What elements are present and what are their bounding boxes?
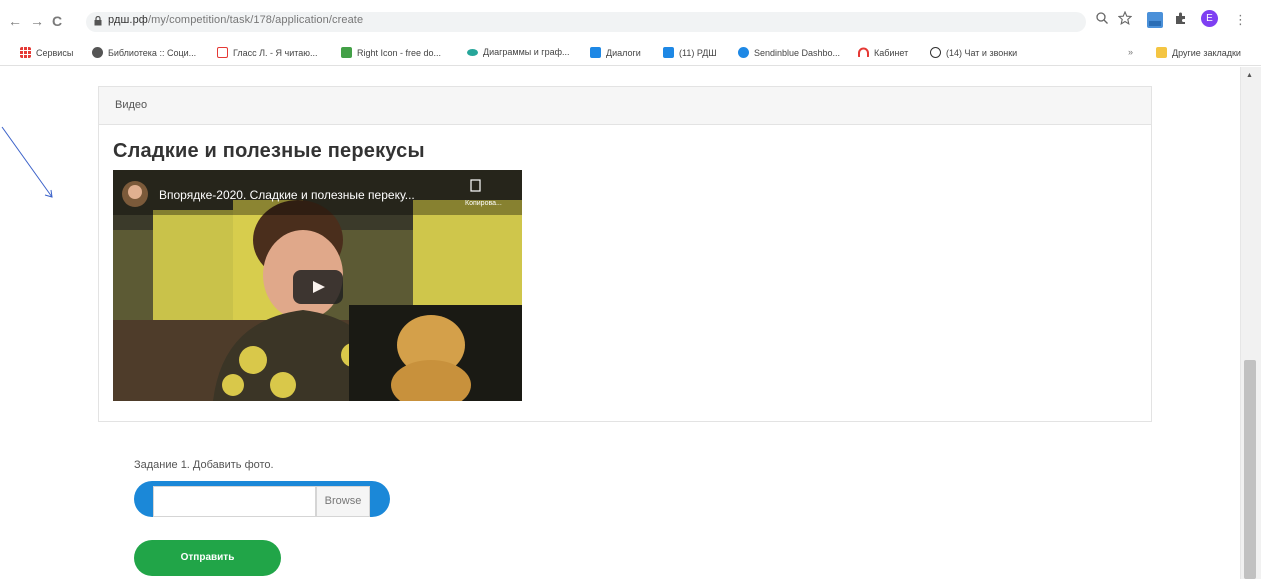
bookmark-library[interactable]: Библиотека :: Соци... xyxy=(92,47,196,58)
rdsh-icon xyxy=(663,47,674,58)
back-button[interactable]: ← xyxy=(8,14,22,28)
globe-icon xyxy=(92,47,103,58)
bookmark-label: Sendinblue Dashbo... xyxy=(754,47,841,58)
bookmark-label: Библиотека :: Соци... xyxy=(108,47,197,58)
apps-grid-icon xyxy=(20,47,31,58)
submit-button[interactable]: Отправить xyxy=(134,540,281,576)
bookmark-label: (11) РДШ xyxy=(679,47,717,58)
bookmark-label: Сервисы xyxy=(36,47,74,58)
bookmark-glass[interactable]: Гласс Л. - Я читаю... xyxy=(217,47,318,58)
reload-button[interactable]: C xyxy=(52,14,62,28)
bookmarks-bar: Сервисы Библиотека :: Соци... Гласс Л. -… xyxy=(0,40,1261,66)
scrollbar-thumb[interactable] xyxy=(1244,360,1256,579)
pdf-icon xyxy=(217,47,228,58)
bookmark-dialogs[interactable]: Диалоги xyxy=(590,47,641,58)
url-text[interactable]: рдш.рф/my/competition/task/178/applicati… xyxy=(108,14,363,26)
bookmark-label: Кабинет xyxy=(874,47,909,58)
right-icon-logo xyxy=(341,47,352,58)
forward-button[interactable]: → xyxy=(30,14,44,28)
bookmark-chat[interactable]: (14) Чат и звонки xyxy=(930,47,1017,58)
folder-icon xyxy=(1156,47,1167,58)
chat-icon xyxy=(930,47,941,58)
annotation-arrow xyxy=(1,126,53,198)
profile-avatar[interactable]: E xyxy=(1201,10,1218,27)
panel-header-label: Видео xyxy=(115,99,148,111)
zoom-icon[interactable] xyxy=(1095,11,1109,25)
browser-toolbar: ← → C рдш.рф/my/competition/task/178/app… xyxy=(0,0,1261,40)
extension-new-icon[interactable] xyxy=(1146,11,1164,29)
bookmark-sendinblue[interactable]: Sendinblue Dashbo... xyxy=(738,47,840,58)
arch-icon xyxy=(858,47,869,57)
video-heading: Сладкие и полезные перекусы xyxy=(113,140,425,162)
url-host: рдш.рф xyxy=(108,14,148,26)
url-path: /my/competition/task/178/application/cre… xyxy=(147,14,364,26)
copy-link-label[interactable]: Копирова... xyxy=(465,200,502,207)
bookmark-rdsh[interactable]: (11) РДШ xyxy=(663,47,717,58)
bookmark-right-icon[interactable]: Right Icon - free do... xyxy=(341,47,441,58)
bookmark-diagrams[interactable]: Диаграммы и граф... xyxy=(467,47,570,57)
other-bookmarks-label: Другие закладки xyxy=(1172,47,1241,58)
bookmark-cabinet[interactable]: Кабинет xyxy=(858,47,908,58)
other-bookmarks[interactable]: Другие закладки xyxy=(1156,47,1241,58)
menu-kebab-icon[interactable]: ⋮ xyxy=(1234,13,1247,27)
file-path-input[interactable] xyxy=(153,486,316,517)
panel-header: Видео xyxy=(99,87,1151,125)
vk-icon xyxy=(590,47,601,58)
star-icon[interactable] xyxy=(1118,11,1132,25)
sendinblue-icon xyxy=(738,47,749,58)
eye-icon xyxy=(467,48,478,56)
bookmarks-overflow-button[interactable]: » xyxy=(1128,47,1133,57)
video-player[interactable]: Впорядке-2020. Сладкие и полезные переку… xyxy=(113,170,522,401)
extensions-puzzle-icon[interactable] xyxy=(1174,11,1188,25)
video-overlay-title: Впорядке-2020. Сладкие и полезные переку… xyxy=(159,188,415,202)
bookmark-label: Диалоги xyxy=(606,47,641,58)
bookmark-label: (14) Чат и звонки xyxy=(946,47,1018,58)
scroll-up-arrow-icon[interactable]: ▲ xyxy=(1246,72,1253,79)
bookmark-label: Гласс Л. - Я читаю... xyxy=(233,47,318,58)
play-button[interactable] xyxy=(293,270,343,304)
lock-icon xyxy=(94,16,102,26)
bookmark-services[interactable]: Сервисы xyxy=(20,47,73,58)
task-label: Задание 1. Добавить фото. xyxy=(134,459,274,471)
bookmark-label: Диаграммы и граф... xyxy=(483,47,570,57)
browse-button[interactable]: Browse xyxy=(316,486,370,517)
bookmark-label: Right Icon - free do... xyxy=(357,47,442,58)
